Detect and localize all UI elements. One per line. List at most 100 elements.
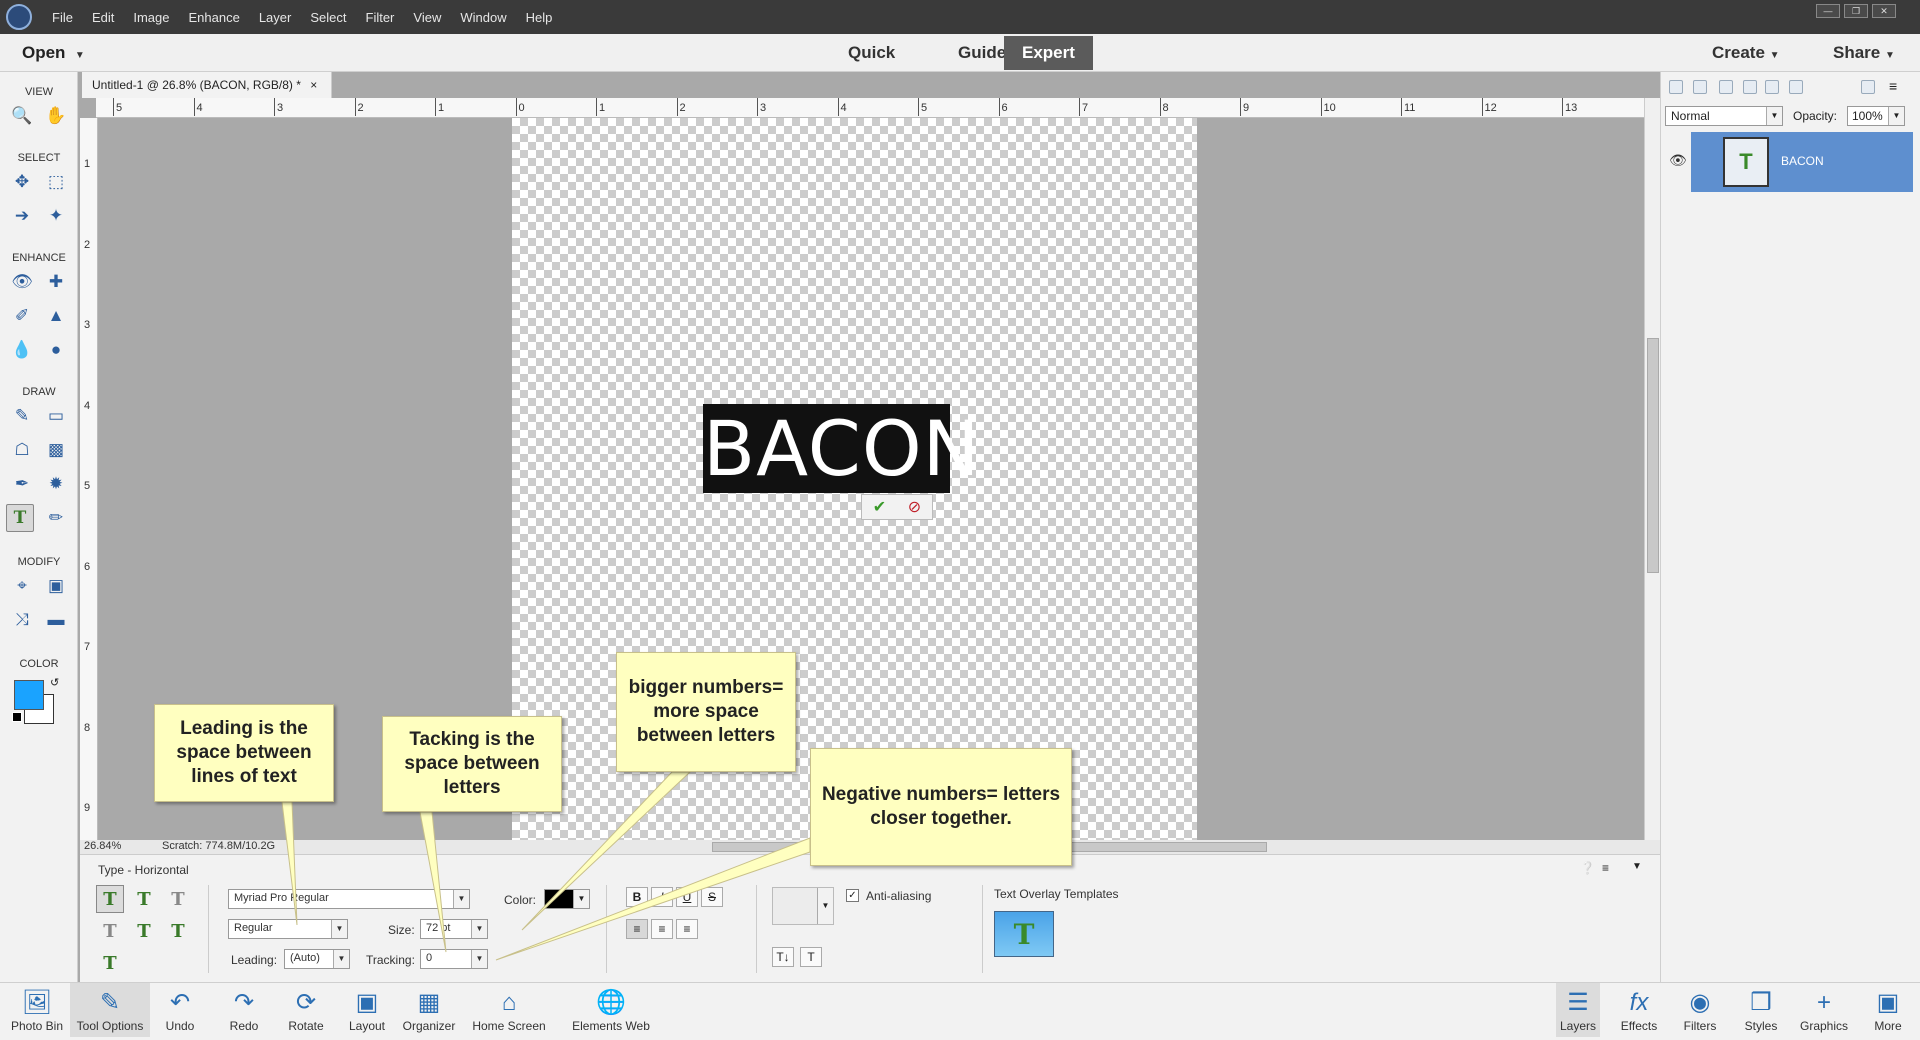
italic-button[interactable]: I bbox=[651, 887, 673, 907]
menu-select[interactable]: Select bbox=[310, 10, 346, 25]
new-layer-icon[interactable] bbox=[1669, 80, 1683, 94]
share-button[interactable]: Share ▼ bbox=[1833, 36, 1895, 70]
swap-colors-icon[interactable]: ↺ bbox=[50, 676, 59, 689]
collapse-chevron-icon[interactable]: ▼ bbox=[1632, 861, 1642, 872]
lock-layer-icon[interactable] bbox=[1765, 80, 1779, 94]
blur-tool-icon[interactable]: 💧 bbox=[8, 336, 36, 364]
undo-button[interactable]: ↶ Undo bbox=[160, 987, 200, 1033]
filters-button[interactable]: ◉ Filters bbox=[1678, 987, 1722, 1033]
vertical-mask-type-icon[interactable]: T bbox=[96, 917, 124, 945]
elements-web-button[interactable]: 🌐 Elements Web bbox=[568, 987, 654, 1033]
text-layer-box[interactable]: BACON bbox=[703, 404, 980, 493]
leading-field[interactable]: (Auto) ▼ bbox=[284, 949, 350, 969]
adjustment-layer-icon[interactable] bbox=[1719, 80, 1733, 94]
warp-text-icon[interactable]: T bbox=[800, 947, 822, 967]
brush-tool-icon[interactable]: ✎ bbox=[8, 402, 36, 430]
redo-button[interactable]: ↷ Redo bbox=[224, 987, 264, 1033]
vertical-scroll-thumb[interactable] bbox=[1647, 338, 1659, 573]
bold-button[interactable]: B bbox=[626, 887, 648, 907]
blend-mode-select[interactable]: Normal ▼ bbox=[1665, 106, 1783, 126]
mode-quick[interactable]: Quick bbox=[830, 36, 913, 70]
align-right-icon[interactable]: ≡ bbox=[676, 919, 698, 939]
hand-tool-icon[interactable]: ✋ bbox=[42, 102, 70, 130]
style-preset-dropdown[interactable]: ▼ bbox=[772, 887, 834, 925]
options-menu-icon[interactable]: ≡ bbox=[1602, 861, 1609, 875]
crop-tool-icon[interactable]: ⌖ bbox=[8, 572, 36, 600]
panel-menu-icon[interactable]: ≡ bbox=[1889, 78, 1897, 94]
layer-row[interactable]: T BACON bbox=[1691, 132, 1913, 192]
layers-button[interactable]: ☰ Layers bbox=[1556, 983, 1600, 1037]
trash-icon[interactable] bbox=[1861, 80, 1875, 94]
home-screen-button[interactable]: ⌂ Home Screen bbox=[468, 987, 550, 1033]
photo-bin-button[interactable]: 🖼 Photo Bin bbox=[8, 987, 66, 1033]
sponge-tool-icon[interactable]: ● bbox=[42, 336, 70, 364]
rotate-button[interactable]: ⟳ Rotate bbox=[282, 987, 330, 1033]
layout-button[interactable]: ▣ Layout bbox=[344, 987, 390, 1033]
text-orientation-icon[interactable]: T↓ bbox=[772, 947, 794, 967]
eyedropper-icon[interactable]: ✒ bbox=[8, 470, 36, 498]
font-style-select[interactable]: Regular ▼ bbox=[228, 919, 348, 939]
horizontal-mask-type-icon[interactable]: T bbox=[164, 885, 192, 913]
tool-options-button[interactable]: ✎ Tool Options bbox=[70, 983, 150, 1037]
underline-button[interactable]: U bbox=[676, 887, 698, 907]
gradient-tool-icon[interactable]: ▩ bbox=[42, 436, 70, 464]
menu-enhance[interactable]: Enhance bbox=[189, 10, 240, 25]
organizer-button[interactable]: ▦ Organizer bbox=[400, 987, 458, 1033]
help-icon[interactable]: ❔ bbox=[1580, 861, 1595, 875]
text-on-shape-icon[interactable]: T bbox=[164, 917, 192, 945]
commit-check-icon[interactable]: ✔ bbox=[862, 495, 897, 519]
lock-transparent-icon[interactable] bbox=[1789, 80, 1803, 94]
pencil-tool-icon[interactable]: ✏ bbox=[42, 504, 70, 532]
red-eye-tool-icon[interactable]: 👁 bbox=[8, 268, 36, 296]
vertical-scrollbar[interactable] bbox=[1644, 98, 1660, 840]
menu-view[interactable]: View bbox=[413, 10, 441, 25]
cancel-edit-icon[interactable]: ⊘ bbox=[897, 495, 932, 519]
vertical-type-icon[interactable]: T bbox=[130, 885, 158, 913]
text-on-selection-icon[interactable]: T bbox=[130, 917, 158, 945]
graphics-button[interactable]: + Graphics bbox=[1796, 987, 1852, 1033]
smart-brush-icon[interactable]: ✐ bbox=[8, 302, 36, 330]
restore-icon[interactable]: ❐ bbox=[1844, 4, 1868, 18]
horizontal-type-icon[interactable]: T bbox=[96, 885, 124, 913]
menu-layer[interactable]: Layer bbox=[259, 10, 292, 25]
text-color-swatch[interactable]: ▼ bbox=[544, 889, 590, 909]
document-tab[interactable]: Untitled-1 @ 26.8% (BACON, RGB/8) * × bbox=[82, 72, 332, 98]
layer-mask-icon[interactable] bbox=[1743, 80, 1757, 94]
open-button[interactable]: Open ▼ bbox=[22, 43, 85, 63]
foreground-color-swatch[interactable] bbox=[14, 680, 44, 710]
minimize-icon[interactable]: — bbox=[1816, 4, 1840, 18]
visibility-eye-icon[interactable]: 👁 bbox=[1669, 152, 1687, 169]
custom-shape-icon[interactable]: ✹ bbox=[42, 470, 70, 498]
close-tab-icon[interactable]: × bbox=[310, 78, 317, 92]
paint-bucket-icon[interactable]: ☖ bbox=[8, 436, 36, 464]
recompose-tool-icon[interactable]: ▣ bbox=[42, 572, 70, 600]
opacity-field[interactable]: 100% ▼ bbox=[1847, 106, 1905, 126]
straighten-tool-icon[interactable]: ▬ bbox=[42, 606, 70, 634]
new-group-icon[interactable] bbox=[1693, 80, 1707, 94]
font-family-select[interactable]: Myriad Pro Regular ▼ bbox=[228, 889, 470, 909]
strikethrough-button[interactable]: S bbox=[701, 887, 723, 907]
text-on-path-icon[interactable]: T bbox=[96, 949, 124, 977]
move-tool-icon[interactable]: ✥ bbox=[8, 168, 36, 196]
menu-filter[interactable]: Filter bbox=[366, 10, 395, 25]
menu-help[interactable]: Help bbox=[526, 10, 553, 25]
zoom-tool-icon[interactable]: 🔍 bbox=[8, 102, 36, 130]
default-colors-icon[interactable] bbox=[12, 712, 22, 722]
eraser-tool-icon[interactable]: ▭ bbox=[42, 402, 70, 430]
clone-stamp-icon[interactable]: ▲ bbox=[42, 302, 70, 330]
tracking-field[interactable]: 0 ▼ bbox=[420, 949, 488, 969]
text-overlay-template-icon[interactable]: T bbox=[994, 911, 1054, 957]
magic-wand-icon[interactable]: ✦ bbox=[42, 202, 70, 230]
menu-file[interactable]: File bbox=[52, 10, 73, 25]
effects-button[interactable]: fx Effects bbox=[1616, 987, 1662, 1033]
close-window-icon[interactable]: ✕ bbox=[1872, 4, 1896, 18]
menu-window[interactable]: Window bbox=[460, 10, 506, 25]
more-button[interactable]: ▣ More bbox=[1866, 987, 1910, 1033]
lasso-tool-icon[interactable]: ➔ bbox=[8, 202, 36, 230]
type-tool-icon[interactable]: T bbox=[6, 504, 34, 532]
anti-aliasing-checkbox[interactable]: ✓ bbox=[846, 889, 859, 902]
healing-brush-icon[interactable]: ✚ bbox=[42, 268, 70, 296]
size-field[interactable]: 72 pt ▼ bbox=[420, 919, 488, 939]
align-left-icon[interactable]: ≡ bbox=[626, 919, 648, 939]
styles-button[interactable]: ❒ Styles bbox=[1740, 987, 1782, 1033]
